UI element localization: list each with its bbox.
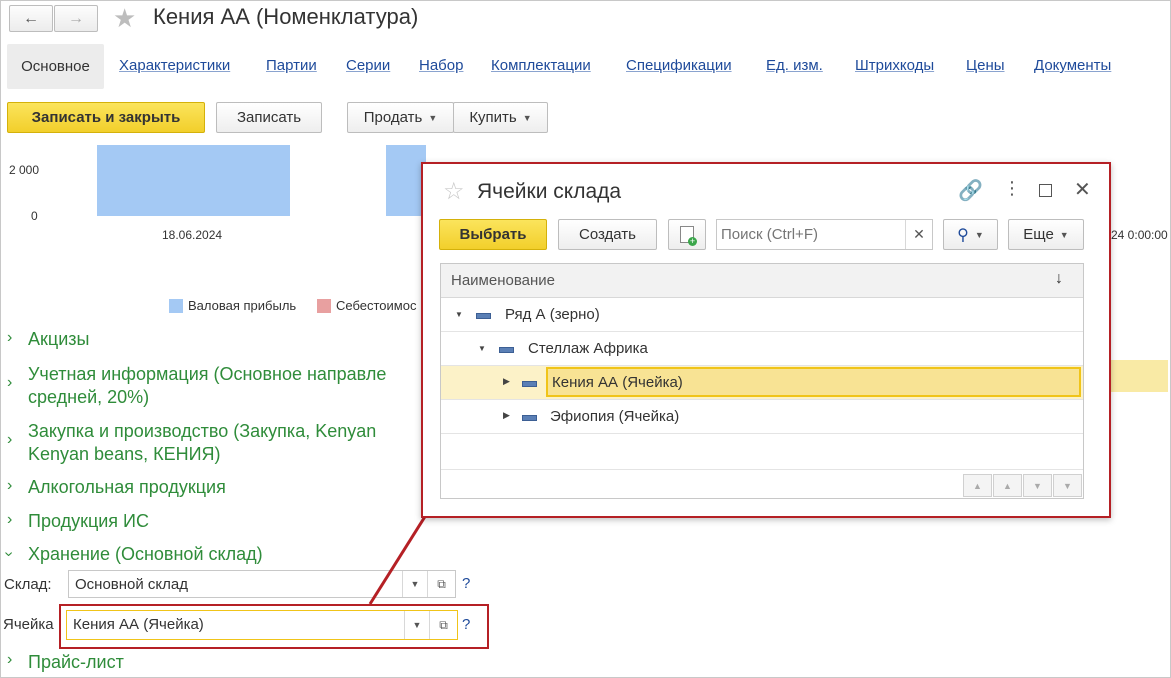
table-header: Наименование ↓ <box>441 264 1083 298</box>
search-input[interactable] <box>717 220 908 249</box>
expand-down-icon[interactable]: ▼ <box>478 344 486 353</box>
dialog-title: Ячейки склада <box>477 180 622 203</box>
selected-cell[interactable]: Кения АА (Ячейка) <box>546 367 1081 397</box>
search-field[interactable]: ✕ <box>716 219 933 250</box>
new-document-icon: + <box>680 226 697 246</box>
chevron-down-icon: ▼ <box>1059 229 1069 240</box>
expand-right-icon[interactable]: ▶ <box>503 376 510 387</box>
select-button[interactable]: Выбрать <box>439 219 547 250</box>
search-button[interactable]: ⚲ ▼ <box>943 219 998 250</box>
search-icon: ⚲ <box>957 226 969 244</box>
more-button[interactable]: Еще ▼ <box>1008 219 1084 250</box>
table-row[interactable]: ▼ Стеллаж Африка <box>441 332 1083 366</box>
clear-icon[interactable]: ✕ <box>905 220 932 249</box>
tree-node-icon <box>522 375 537 392</box>
close-icon[interactable]: ✕ <box>1074 177 1091 202</box>
cells-dialog: ☆ Ячейки склада 🔗 ⋮ ✕ Выбрать Создать + … <box>421 162 1111 518</box>
scroll-up-icon[interactable]: ▲ <box>993 474 1022 497</box>
tree-node-icon <box>499 341 514 358</box>
expand-right-icon[interactable]: ▶ <box>503 410 510 421</box>
tree-node-icon <box>476 307 491 324</box>
copy-button[interactable]: + <box>668 219 706 250</box>
row-label: Эфиопия (Ячейка) <box>550 408 680 425</box>
table-row[interactable]: ▼ Ряд А (зерно) <box>441 298 1083 332</box>
column-header-name[interactable]: Наименование <box>451 272 555 289</box>
cells-table: Наименование ↓ ▼ Ряд А (зерно) ▼ Стеллаж… <box>440 263 1084 499</box>
table-row[interactable]: ▶ Эфиопия (Ячейка) <box>441 400 1083 434</box>
scroll-last-icon[interactable]: ▼ <box>1053 474 1082 497</box>
chevron-down-icon: ▼ <box>974 229 984 240</box>
table-row-selected[interactable]: ▶ Кения АА (Ячейка) <box>441 366 1083 400</box>
maximize-icon[interactable] <box>1039 184 1052 197</box>
divider <box>441 469 1083 470</box>
expand-down-icon[interactable]: ▼ <box>455 310 463 319</box>
row-label: Кения АА (Ячейка) <box>552 374 683 391</box>
sort-icon[interactable]: ↓ <box>1055 270 1063 288</box>
scroll-down-icon[interactable]: ▼ <box>1023 474 1052 497</box>
more-label: Еще <box>1023 226 1054 243</box>
more-vertical-icon[interactable]: ⋮ <box>1003 178 1021 199</box>
scroll-first-icon[interactable]: ▲ <box>963 474 992 497</box>
link-icon[interactable]: 🔗 <box>958 178 983 203</box>
row-label: Стеллаж Африка <box>528 340 648 357</box>
favorite-star-icon[interactable]: ☆ <box>443 180 465 204</box>
create-button[interactable]: Создать <box>558 219 657 250</box>
tree-node-icon <box>522 409 537 426</box>
row-label: Ряд А (зерно) <box>505 306 600 323</box>
